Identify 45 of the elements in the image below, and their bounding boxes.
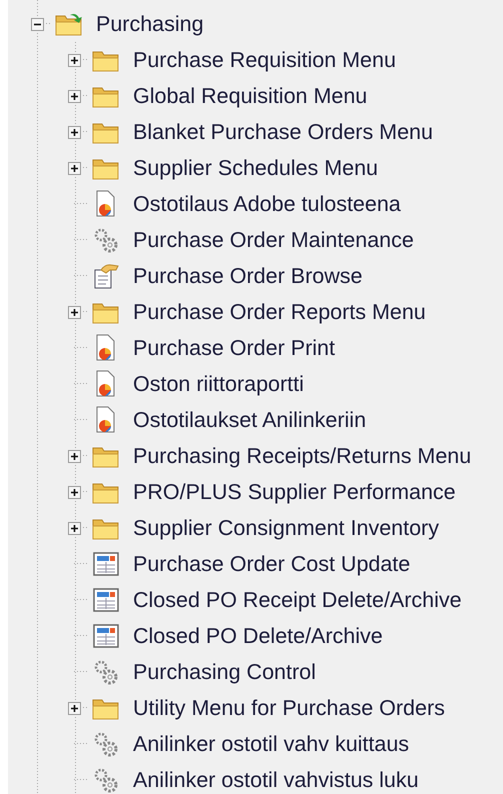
tree-item[interactable]: Purchase Order Print: [133, 336, 335, 360]
expand-toggle[interactable]: [68, 450, 81, 463]
collapse-toggle[interactable]: [31, 18, 44, 31]
tree-item[interactable]: Purchasing Control: [133, 660, 316, 684]
tree-item[interactable]: Global Requisition Menu: [133, 84, 368, 108]
expand-toggle[interactable]: [68, 306, 81, 319]
expand-toggle[interactable]: [68, 126, 81, 139]
tree-item[interactable]: Purchasing Receipts/Returns Menu: [133, 444, 472, 468]
tree-item[interactable]: Supplier Schedules Menu: [133, 156, 378, 180]
tree-item[interactable]: Purchase Requisition Menu: [133, 48, 396, 72]
plus-icon: [70, 164, 79, 173]
tree-item[interactable]: Supplier Consignment Inventory: [133, 516, 439, 540]
tree-item[interactable]: Oston riittoraportti: [133, 372, 304, 396]
tree-item[interactable]: Closed PO Receipt Delete/Archive: [133, 588, 462, 612]
tree-item[interactable]: Purchase Order Maintenance: [133, 228, 414, 252]
table-icon: [91, 622, 121, 650]
tree-item[interactable]: Ostotilaukset Anilinkeriin: [133, 408, 366, 432]
tree-item[interactable]: PRO/PLUS Supplier Performance: [133, 480, 456, 504]
expand-toggle[interactable]: [68, 162, 81, 175]
tree-item[interactable]: Purchase Order Cost Update: [133, 552, 410, 576]
tree-item[interactable]: Closed PO Delete/Archive: [133, 624, 383, 648]
expand-toggle[interactable]: [68, 486, 81, 499]
expand-toggle[interactable]: [68, 702, 81, 715]
tree-item[interactable]: Purchase Order Browse: [133, 264, 362, 288]
plus-icon: [70, 92, 79, 101]
tree-item[interactable]: Purchasing: [96, 12, 204, 36]
table-icon: [91, 586, 121, 614]
expand-toggle[interactable]: [68, 54, 81, 67]
tree-item[interactable]: Anilinker ostotil vahv kuittaus: [133, 732, 410, 756]
tree-item[interactable]: Ostotilaus Adobe tulosteena: [133, 192, 401, 216]
plus-icon: [70, 56, 79, 65]
table-icon: [91, 550, 121, 578]
tree-item[interactable]: Utility Menu for Purchase Orders: [133, 696, 445, 720]
plus-icon: [70, 524, 79, 533]
tree-item[interactable]: Anilinker ostotil vahvistus luku: [133, 768, 419, 792]
plus-icon: [70, 488, 79, 497]
plus-icon: [70, 308, 79, 317]
tree-item[interactable]: Purchase Order Reports Menu: [133, 300, 426, 324]
plus-icon: [70, 128, 79, 137]
plus-icon: [70, 452, 79, 461]
plus-icon: [70, 704, 79, 713]
open-folder-icon: [54, 11, 84, 37]
expand-toggle[interactable]: [68, 90, 81, 103]
expand-toggle[interactable]: [68, 522, 81, 535]
tree-item[interactable]: Blanket Purchase Orders Menu: [133, 120, 433, 144]
